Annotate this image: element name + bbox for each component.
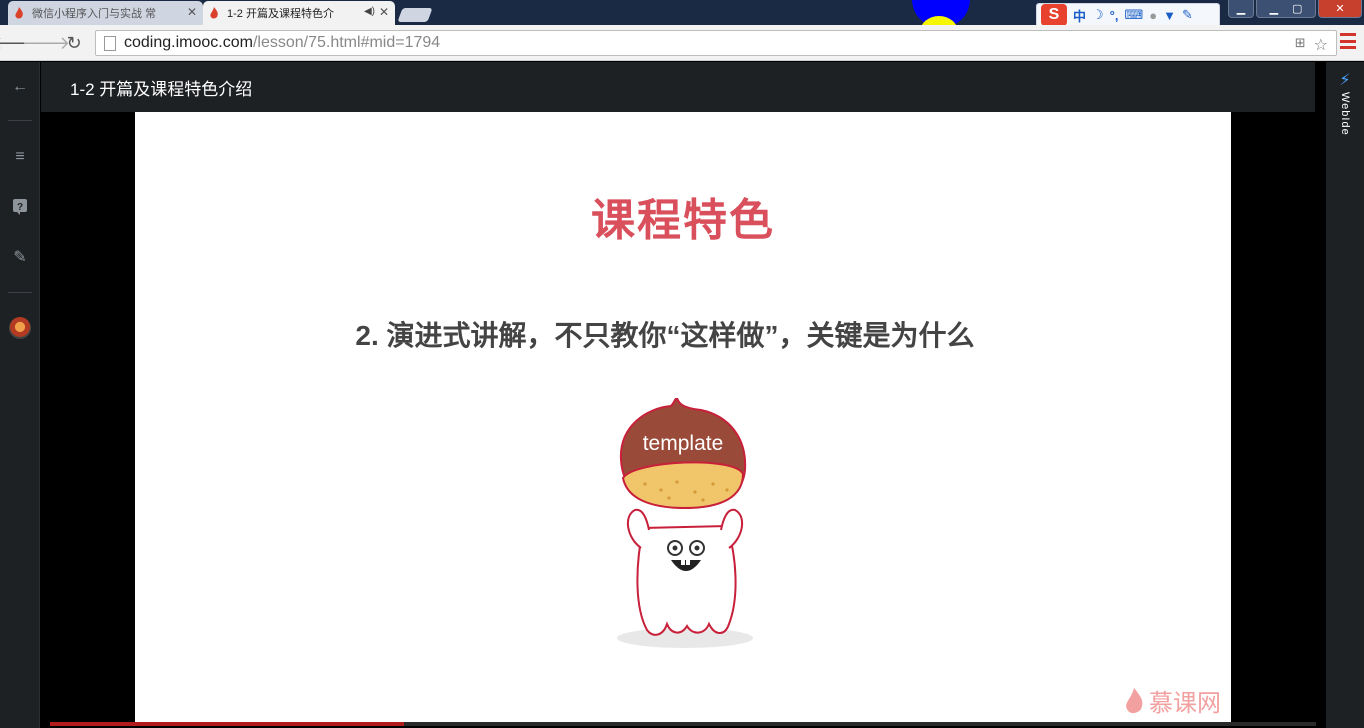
menu-line bbox=[1340, 46, 1356, 49]
slide: 课程特色 2. 演进式讲解，不只教你“这样做”，关键是为什么 template … bbox=[135, 112, 1231, 722]
question-icon[interactable]: ? bbox=[0, 192, 40, 222]
ime-lang-toggle[interactable]: 中 bbox=[1073, 6, 1086, 25]
slide-subtitle: 2. 演进式讲解，不只教你“这样做”，关键是为什么 bbox=[355, 320, 975, 351]
menu-line bbox=[1340, 33, 1356, 36]
back-arrow-icon[interactable]: ← bbox=[0, 72, 40, 102]
tab-title: 1-2 开篇及课程特色介 bbox=[227, 8, 334, 20]
chestnut-mascot-image: template bbox=[617, 398, 753, 648]
right-rail: ⚡ WebIde bbox=[1326, 62, 1364, 728]
lesson-title: 1-2 开篇及课程特色介绍 bbox=[70, 79, 253, 99]
tab-close-icon[interactable]: ✕ bbox=[379, 6, 389, 18]
tab-title: 微信小程序入门与实战 常 bbox=[32, 8, 157, 20]
video-progress-fill bbox=[50, 722, 405, 726]
forward-button[interactable]: 🡒 bbox=[22, 31, 70, 55]
sogou-logo-icon: S bbox=[1041, 4, 1067, 25]
imooc-flame-icon bbox=[1126, 687, 1143, 713]
window-close-button[interactable]: ✕ bbox=[1318, 0, 1362, 18]
user-icon[interactable]: ● bbox=[1149, 8, 1157, 23]
lightning-icon: ⚡ bbox=[1339, 72, 1351, 89]
watermark-text: 慕课网 bbox=[1149, 690, 1221, 717]
avatar[interactable] bbox=[0, 313, 40, 343]
webide-button[interactable]: ⚡ WebIde bbox=[1326, 70, 1364, 136]
skin-icon[interactable]: ▼ bbox=[1163, 8, 1176, 23]
rail-divider bbox=[8, 292, 32, 293]
keyboard-icon[interactable]: ⌨ bbox=[1124, 7, 1143, 23]
window-minimize-button[interactable]: ▁ bbox=[1228, 0, 1254, 18]
slide-title: 课程特色 bbox=[591, 196, 775, 245]
page-icon bbox=[104, 35, 116, 51]
moon-icon[interactable]: ☽ bbox=[1092, 7, 1104, 23]
rail-divider bbox=[8, 120, 32, 121]
minimize-icon: ▁ bbox=[1269, 3, 1279, 15]
tab-close-icon[interactable]: ✕ bbox=[187, 6, 197, 18]
browser-toolbar: 🡐 🡒 ↻ coding.imooc.com/lesson/75.html#mi… bbox=[0, 25, 1364, 61]
imooc-flame-icon bbox=[210, 7, 218, 19]
mascot-label: template bbox=[643, 432, 724, 455]
translate-icon[interactable]: ⊞ bbox=[1295, 35, 1306, 55]
tab-lesson[interactable]: 1-2 开篇及课程特色介 ◀) ✕ bbox=[203, 1, 395, 25]
page-content: ← ≡ ? ✎ 1-2 开篇及课程特色介绍 课程特色 2. 演进式讲解，不只教你… bbox=[0, 62, 1364, 728]
user-avatar-image bbox=[9, 317, 31, 339]
question-glyph: ? bbox=[13, 199, 27, 215]
imooc-watermark: 慕课网 bbox=[1123, 683, 1221, 718]
bookmark-star-icon[interactable]: ☆ bbox=[1314, 35, 1328, 55]
url-path: /lesson/75.html#mid=1794 bbox=[252, 34, 441, 51]
video-player[interactable]: 课程特色 2. 演进式讲解，不只教你“这样做”，关键是为什么 template … bbox=[50, 112, 1316, 728]
address-bar[interactable]: coding.imooc.com/lesson/75.html#mid=1794… bbox=[95, 30, 1337, 56]
webide-label: WebIde bbox=[1339, 92, 1351, 136]
video-progress-bar[interactable] bbox=[50, 722, 1316, 726]
note-pencil-icon[interactable]: ✎ bbox=[0, 242, 40, 272]
wrench-icon[interactable]: ✎ bbox=[1182, 7, 1193, 23]
ime-toolbar[interactable]: S 中 ☽ °, ⌨ ● ▼ ✎ bbox=[1036, 3, 1220, 25]
svg-text:?: ? bbox=[17, 202, 23, 213]
imooc-flame-icon bbox=[15, 7, 23, 19]
chapter-list-icon[interactable]: ≡ bbox=[0, 142, 40, 172]
window-restore-button[interactable]: ▁ ▢ bbox=[1256, 0, 1316, 18]
left-rail: ← ≡ ? ✎ bbox=[0, 62, 40, 728]
browser-menu-button[interactable] bbox=[1340, 33, 1356, 49]
lesson-header: 1-2 开篇及课程特色介绍 bbox=[41, 62, 1315, 112]
new-tab-button[interactable] bbox=[397, 8, 433, 22]
speaker-icon[interactable]: ◀) bbox=[364, 6, 375, 17]
punctuation-icon[interactable]: °, bbox=[1110, 8, 1119, 23]
restore-icon: ▢ bbox=[1292, 3, 1303, 15]
tab-wechat-course[interactable]: 微信小程序入门与实战 常 ✕ bbox=[8, 1, 203, 25]
tab-strip: 微信小程序入门与实战 常 ✕ 1-2 开篇及课程特色介 ◀) ✕ S 中 ☽ °… bbox=[0, 0, 1364, 25]
reload-button[interactable]: ↻ bbox=[62, 31, 86, 55]
url-host: coding.imooc.com bbox=[124, 34, 253, 51]
menu-line bbox=[1340, 39, 1356, 43]
